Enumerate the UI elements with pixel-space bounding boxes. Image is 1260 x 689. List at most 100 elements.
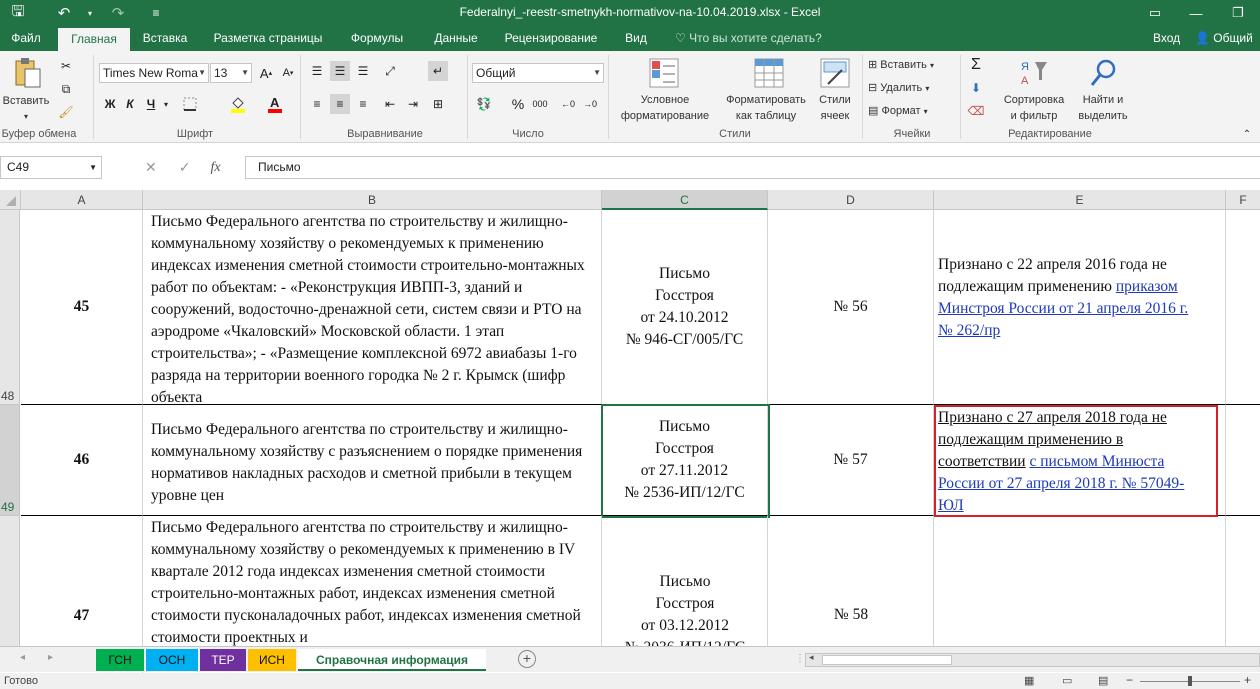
- grow-font-button[interactable]: A ▴: [256, 63, 276, 83]
- cell-registration[interactable]: № 57: [768, 405, 934, 516]
- cell-description[interactable]: Письмо Федерального агентства по строите…: [143, 210, 602, 405]
- font-name-combo[interactable]: Times New Roma ▼: [99, 63, 209, 83]
- thousands-button[interactable]: 000: [530, 94, 550, 114]
- undo-dropdown-icon[interactable]: ▾: [84, 0, 96, 26]
- percent-button[interactable]: %: [508, 94, 528, 114]
- redo-icon[interactable]: ↷: [106, 0, 130, 26]
- align-center-icon[interactable]: ≡: [330, 94, 350, 114]
- column-header-c[interactable]: C: [602, 190, 768, 210]
- cell-registration[interactable]: № 58: [768, 516, 934, 646]
- sheet-prev-icon[interactable]: ◂: [20, 652, 25, 663]
- column-header-b[interactable]: B: [143, 190, 602, 210]
- cell-number[interactable]: 46: [21, 405, 143, 516]
- currency-icon[interactable]: 💱: [474, 94, 494, 114]
- collapse-ribbon-icon[interactable]: ⌃: [1240, 127, 1254, 143]
- cell-empty[interactable]: [1226, 516, 1260, 646]
- cell-empty[interactable]: [1226, 405, 1260, 516]
- tab-file[interactable]: Файл: [0, 26, 52, 51]
- underline-button[interactable]: Ч: [141, 94, 161, 114]
- font-color-icon[interactable]: A: [265, 94, 285, 114]
- format-cells-button[interactable]: ▤ Формат ▾: [868, 103, 958, 120]
- cell-description[interactable]: Письмо Федерального агентства по строите…: [143, 405, 602, 516]
- cell-empty[interactable]: [1226, 210, 1260, 405]
- row-header-49[interactable]: 49: [0, 405, 20, 516]
- align-right-icon[interactable]: ≡: [353, 94, 373, 114]
- find-select-button[interactable]: Найти и выделить: [1070, 92, 1136, 124]
- scroll-thumb[interactable]: [822, 655, 952, 665]
- conditional-formatting-icon[interactable]: [648, 57, 680, 89]
- paste-icon[interactable]: [12, 57, 44, 89]
- fill-color-icon[interactable]: [228, 94, 248, 114]
- page-layout-view-icon[interactable]: ▭: [1062, 674, 1072, 687]
- increase-decimal-icon[interactable]: ←0: [558, 94, 578, 114]
- sort-filter-icon[interactable]: ЯА: [1018, 57, 1050, 89]
- align-left-icon[interactable]: ≡: [307, 94, 327, 114]
- page-break-view-icon[interactable]: ▤: [1098, 674, 1108, 687]
- cell-number[interactable]: 45: [21, 210, 143, 405]
- paste-button[interactable]: Вставить: [0, 93, 52, 109]
- column-header-e[interactable]: E: [934, 190, 1226, 210]
- select-all-button[interactable]: [0, 190, 21, 210]
- orientation-icon[interactable]: ⤢: [380, 61, 400, 81]
- cell-note[interactable]: [934, 516, 1226, 646]
- cell-description[interactable]: Письмо Федерального агентства по строите…: [143, 516, 602, 646]
- normal-view-icon[interactable]: ▦: [1024, 674, 1034, 687]
- tab-page-layout[interactable]: Разметка страницы: [204, 26, 332, 51]
- add-sheet-button[interactable]: +: [518, 650, 536, 668]
- column-header-a[interactable]: A: [21, 190, 143, 210]
- column-header-f[interactable]: F: [1226, 190, 1260, 210]
- find-select-icon[interactable]: [1088, 57, 1120, 89]
- borders-icon[interactable]: [180, 94, 200, 114]
- tab-data[interactable]: Данные: [424, 26, 488, 51]
- align-middle-icon[interactable]: ☰: [330, 61, 350, 81]
- format-as-table-icon[interactable]: [753, 57, 785, 89]
- insert-function-icon[interactable]: fx: [210, 160, 220, 176]
- sheet-tab-reference[interactable]: Справочная информация: [298, 649, 486, 671]
- ribbon-display-icon[interactable]: ▭: [1137, 0, 1173, 26]
- tell-me-search[interactable]: ♡ Что вы хотите сделать?: [675, 26, 822, 51]
- sort-filter-button[interactable]: Сортировка и фильтр: [998, 92, 1070, 124]
- decrease-indent-icon[interactable]: ⇤: [380, 94, 400, 114]
- sign-in-link[interactable]: Вход: [1153, 26, 1180, 51]
- column-header-d[interactable]: D: [768, 190, 934, 210]
- cell-note[interactable]: Признано с 27 апреля 2018 года не подлеж…: [934, 405, 1226, 516]
- decrease-decimal-icon[interactable]: →0: [580, 94, 600, 114]
- name-box[interactable]: C49 ▼: [0, 156, 102, 179]
- tab-review[interactable]: Рецензирование: [496, 26, 606, 51]
- restore-button[interactable]: ❐: [1220, 0, 1256, 26]
- cancel-icon[interactable]: ✕: [145, 159, 157, 176]
- paste-dropdown-icon[interactable]: ▾: [18, 109, 34, 125]
- horizontal-scrollbar[interactable]: ◂: [805, 652, 1260, 667]
- share-button[interactable]: 👤 Общий: [1195, 26, 1253, 51]
- autosum-icon[interactable]: Σ: [966, 55, 986, 75]
- clear-icon[interactable]: ⌫: [966, 101, 986, 121]
- minimize-button[interactable]: —: [1178, 0, 1214, 26]
- sheet-tab-osn[interactable]: ОСН: [146, 649, 198, 671]
- cell-registration[interactable]: № 56: [768, 210, 934, 405]
- format-painter-icon[interactable]: 🖌: [56, 102, 76, 122]
- customize-toolbar-icon[interactable]: ≡: [146, 0, 166, 26]
- sheet-tab-isn[interactable]: ИСН: [248, 649, 296, 671]
- tab-view[interactable]: Вид: [614, 26, 658, 51]
- shrink-font-button[interactable]: A ▾: [278, 63, 298, 83]
- zoom-slider-thumb[interactable]: [1188, 676, 1192, 686]
- delete-cells-button[interactable]: ⊟ Удалить ▾: [868, 80, 958, 97]
- cell-document[interactable]: Письмо Госстроя от 24.10.2012 № 946-СГ/0…: [602, 210, 768, 405]
- scroll-options-icon[interactable]: ⋮: [795, 653, 805, 664]
- tab-home[interactable]: Главная: [58, 28, 130, 51]
- confirm-icon[interactable]: ✓: [179, 159, 191, 176]
- number-format-combo[interactable]: Общий ▼: [472, 63, 604, 83]
- row-header-48[interactable]: 48: [0, 210, 20, 405]
- sheet-next-icon[interactable]: ▸: [48, 652, 53, 663]
- cell-styles-icon[interactable]: [819, 57, 851, 89]
- align-bottom-icon[interactable]: ☰: [353, 61, 373, 81]
- zoom-in-icon[interactable]: +: [1244, 673, 1251, 687]
- italic-button[interactable]: К: [120, 94, 140, 114]
- cell-document[interactable]: Письмо Госстроя от 03.12.2012 № 2036-ИП/…: [602, 516, 768, 646]
- cell-document-selected[interactable]: Письмо Госстроя от 27.11.2012 № 2536-ИП/…: [602, 405, 768, 516]
- sheet-tab-gsn[interactable]: ГСН: [96, 649, 144, 671]
- sheet-tab-ter[interactable]: ТЕР: [200, 649, 246, 671]
- bold-button[interactable]: Ж: [100, 94, 120, 114]
- fill-icon[interactable]: ⬇: [966, 78, 986, 98]
- increase-indent-icon[interactable]: ⇥: [403, 94, 423, 114]
